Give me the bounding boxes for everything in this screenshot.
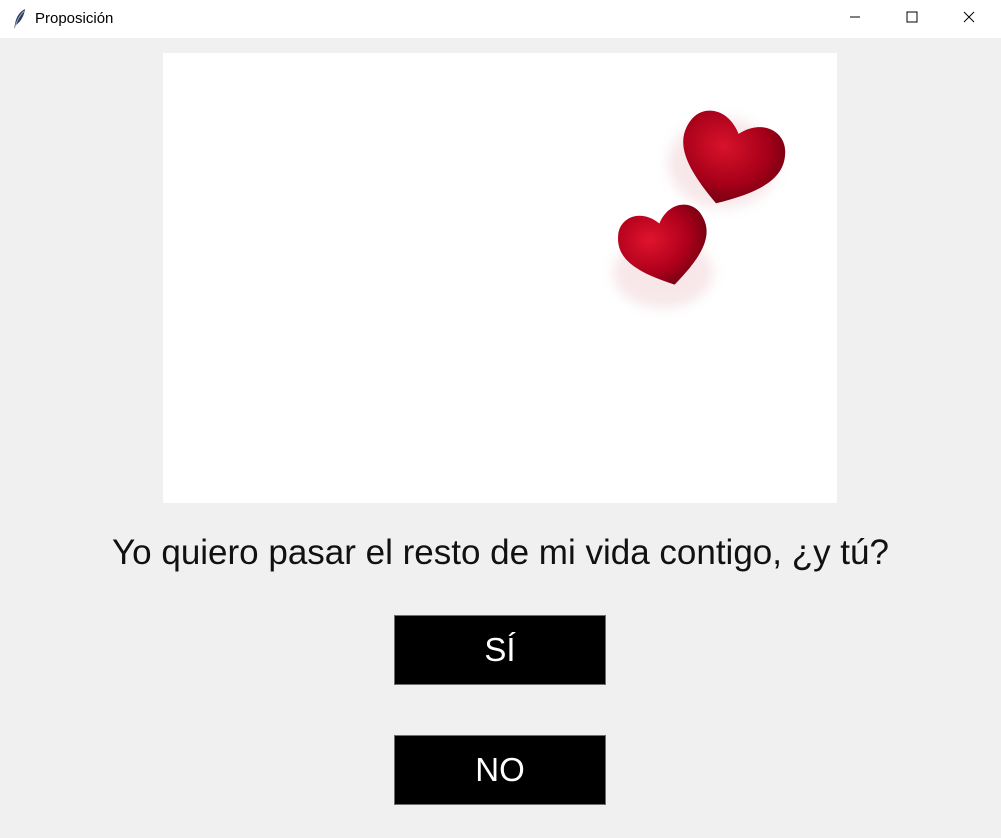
title-bar[interactable]: Proposición bbox=[0, 0, 1001, 38]
maximize-icon bbox=[906, 10, 918, 28]
maximize-button[interactable] bbox=[883, 0, 941, 38]
app-window: Proposición Yo quiero pasar el resto de … bbox=[0, 0, 1001, 838]
hearts-image bbox=[163, 53, 837, 503]
yes-button[interactable]: SÍ bbox=[394, 615, 606, 685]
feather-icon bbox=[12, 8, 28, 30]
minimize-icon bbox=[849, 10, 861, 28]
close-button[interactable] bbox=[940, 0, 998, 38]
close-icon bbox=[963, 10, 975, 28]
proposal-question: Yo quiero pasar el resto de mi vida cont… bbox=[112, 533, 889, 572]
no-button[interactable]: NO bbox=[394, 735, 606, 805]
minimize-button[interactable] bbox=[826, 0, 884, 38]
window-title: Proposición bbox=[35, 10, 114, 27]
